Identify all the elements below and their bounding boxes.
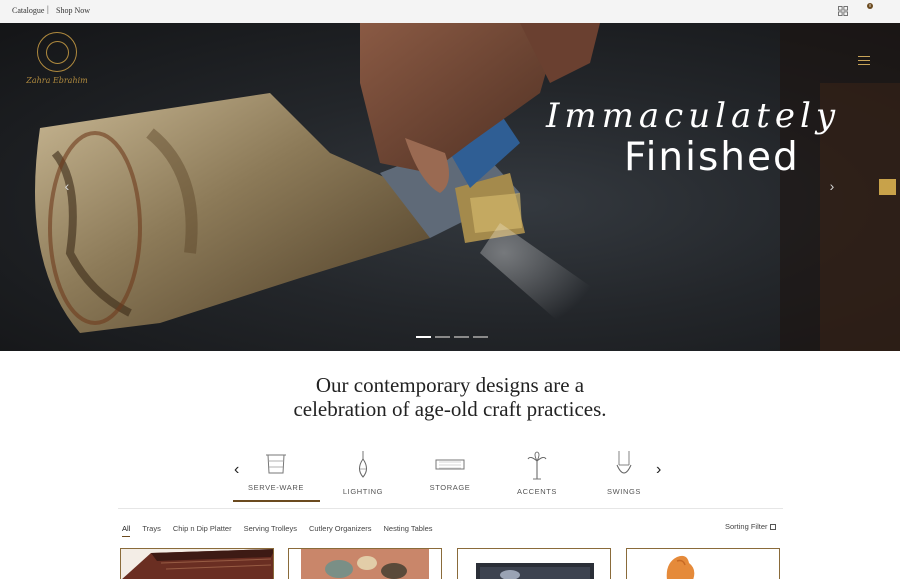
logo-emblem <box>37 32 77 72</box>
sorting-filter-button[interactable]: Sorting Filter <box>725 522 776 531</box>
product-image <box>458 549 610 579</box>
tagline: Our contemporary designs are a celebrati… <box>250 373 650 421</box>
hero-script-heading: Immaculately <box>546 96 841 136</box>
category-lighting[interactable]: LIGHTING <box>318 451 408 496</box>
product-image <box>289 549 441 579</box>
top-bar: Catalogue | Shop Now 0 <box>0 0 900 23</box>
sorting-filter-label: Sorting Filter <box>725 522 768 531</box>
slide-dot[interactable] <box>435 336 450 338</box>
product-image <box>121 549 273 579</box>
shop-now-link[interactable]: Shop Now <box>56 6 90 15</box>
filter-tab-cutlery-organizers[interactable]: Cutlery Organizers <box>309 524 372 537</box>
hero-main-heading: Finished <box>624 135 800 180</box>
filter-tab-serving-trolleys[interactable]: Serving Trolleys <box>244 524 297 537</box>
swing-icon <box>616 451 632 474</box>
slide-dot[interactable] <box>473 336 488 338</box>
category-label: SERVE-WARE <box>247 483 304 492</box>
tagline-line-1: Our contemporary designs are a <box>315 373 585 397</box>
hero-slider: Zahra Ebrahim Immaculately Finished ‹ › <box>0 23 900 351</box>
cart-button[interactable]: 0 <box>864 3 874 16</box>
topbar-separator: | <box>47 4 49 14</box>
hero-prev-arrow[interactable]: ‹ <box>62 178 72 194</box>
category-serve-ware[interactable]: SERVE-WARE <box>231 451 321 492</box>
hero-image <box>35 23 900 351</box>
slide-dot[interactable] <box>416 336 431 338</box>
menu-icon[interactable] <box>858 56 870 66</box>
category-storage[interactable]: STORAGE <box>405 451 495 492</box>
category-next-arrow[interactable]: › <box>656 461 661 479</box>
category-label: SWINGS <box>606 487 642 496</box>
cart-count-badge: 0 <box>867 3 873 9</box>
sort-icon <box>769 524 776 530</box>
storage-icon <box>435 459 465 470</box>
side-tab[interactable] <box>879 179 896 195</box>
category-label: ACCENTS <box>516 487 558 496</box>
product-card[interactable] <box>457 548 611 579</box>
filter-tabs: All Trays Chip n Dip Platter Serving Tro… <box>122 524 433 537</box>
hero-next-arrow[interactable]: › <box>827 178 837 194</box>
category-label: STORAGE <box>429 483 471 492</box>
accents-icon <box>527 451 547 480</box>
slider-pagination <box>416 336 488 338</box>
category-divider <box>118 508 783 509</box>
grid-view-icon[interactable] <box>838 6 848 16</box>
filter-tab-all[interactable]: All <box>122 524 131 537</box>
slide-dot[interactable] <box>454 336 469 338</box>
serveware-icon <box>266 454 286 474</box>
active-category-indicator <box>233 500 320 502</box>
product-card[interactable] <box>120 548 274 579</box>
category-label: LIGHTING <box>342 487 384 496</box>
tagline-line-2: celebration of age-old craft practices. <box>293 397 607 421</box>
filter-tab-trays[interactable]: Trays <box>142 524 160 537</box>
lighting-icon <box>359 451 367 478</box>
product-card[interactable] <box>288 548 442 579</box>
filter-tab-nesting-tables[interactable]: Nesting Tables <box>384 524 433 537</box>
product-card[interactable] <box>626 548 780 579</box>
logo-text: Zahra Ebrahim <box>26 76 88 85</box>
brand-logo[interactable]: Zahra Ebrahim <box>25 32 89 100</box>
category-accents[interactable]: ACCENTS <box>492 451 582 496</box>
product-image <box>627 549 779 579</box>
filter-tab-chip-n-dip[interactable]: Chip n Dip Platter <box>173 524 232 537</box>
catalogue-link[interactable]: Catalogue <box>12 6 44 15</box>
